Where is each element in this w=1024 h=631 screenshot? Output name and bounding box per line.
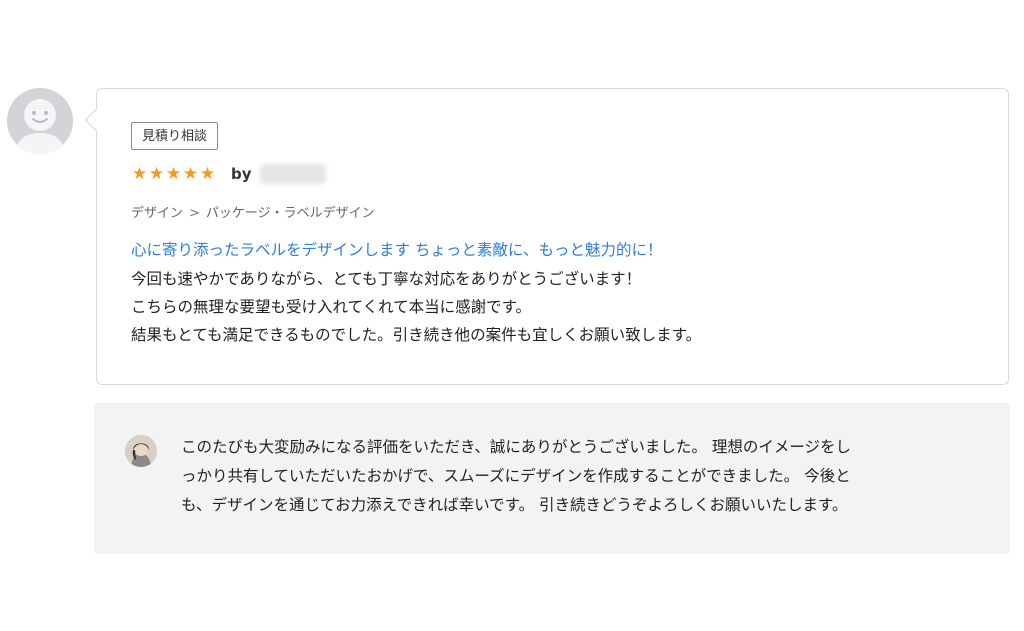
star-icon: ★ — [165, 164, 182, 184]
review-line: 今回も速やかでありながら、とても丁寧な対応をありがとうございます！ — [131, 270, 642, 288]
review-line: こちらの無理な要望も受け入れてくれて本当に感謝です。 — [131, 298, 532, 316]
review-card: 見積り相談 ★ ★ ★ ★ ★ by デザイン > パッケージ・ラベルデザイン 心に… — [84, 88, 1009, 385]
breadcrumb-separator: > — [189, 206, 200, 221]
category-child-link[interactable]: パッケージ・ラベルデザイン — [206, 206, 375, 221]
by-label: by — [231, 165, 252, 183]
seller-reply: このたびも大変励みになる評価をいただき、誠にありがとうございました。 理想のイメ… — [94, 403, 1010, 554]
reply-text: このたびも大変励みになる評価をいただき、誠にありがとうございました。 理想のイメ… — [181, 433, 981, 520]
service-title-link[interactable]: 心に寄り添ったラベルをデザインします ちょっと素敵に、もっと魅力的に！ — [131, 238, 662, 260]
seller-photo-avatar — [125, 435, 157, 467]
reply-line: も、デザインを通じてお力添えできれば幸いです。 引き続きどうぞよろしくお願いいた… — [181, 496, 848, 514]
review-body: 今回も速やかでありながら、とても丁寧な対応をありがとうございます！ こちらの無理… — [131, 265, 701, 349]
seller-avatar — [125, 435, 157, 467]
rating-row: ★ ★ ★ ★ ★ by — [131, 162, 326, 186]
star-icon: ★ — [182, 164, 199, 184]
star-icon: ★ — [199, 164, 216, 184]
review-section: 見積り相談 ★ ★ ★ ★ ★ by デザイン > パッケージ・ラベルデザイン 心に… — [0, 0, 1024, 631]
card-pointer — [84, 108, 108, 132]
reply-line: このたびも大変励みになる評価をいただき、誠にありがとうございました。 理想のイメ… — [181, 438, 852, 456]
reviewer-avatar — [7, 88, 73, 154]
category-parent-link[interactable]: デザイン — [131, 206, 183, 221]
breadcrumb: デザイン > パッケージ・ラベルデザイン — [131, 202, 375, 221]
star-rating: ★ ★ ★ ★ ★ — [131, 164, 216, 184]
reply-line: っかり共有していただいたおかげで、スムーズにデザインを作成することができました。… — [181, 467, 851, 485]
reviewer-name-blurred — [259, 164, 326, 184]
star-icon: ★ — [131, 164, 148, 184]
star-icon: ★ — [148, 164, 165, 184]
estimate-tag: 見積り相談 — [131, 122, 219, 150]
review-line: 結果もとても満足できるものでした。引き続き他の案件も宜しくお願い致します。 — [131, 326, 702, 344]
default-user-avatar-icon — [7, 88, 73, 154]
